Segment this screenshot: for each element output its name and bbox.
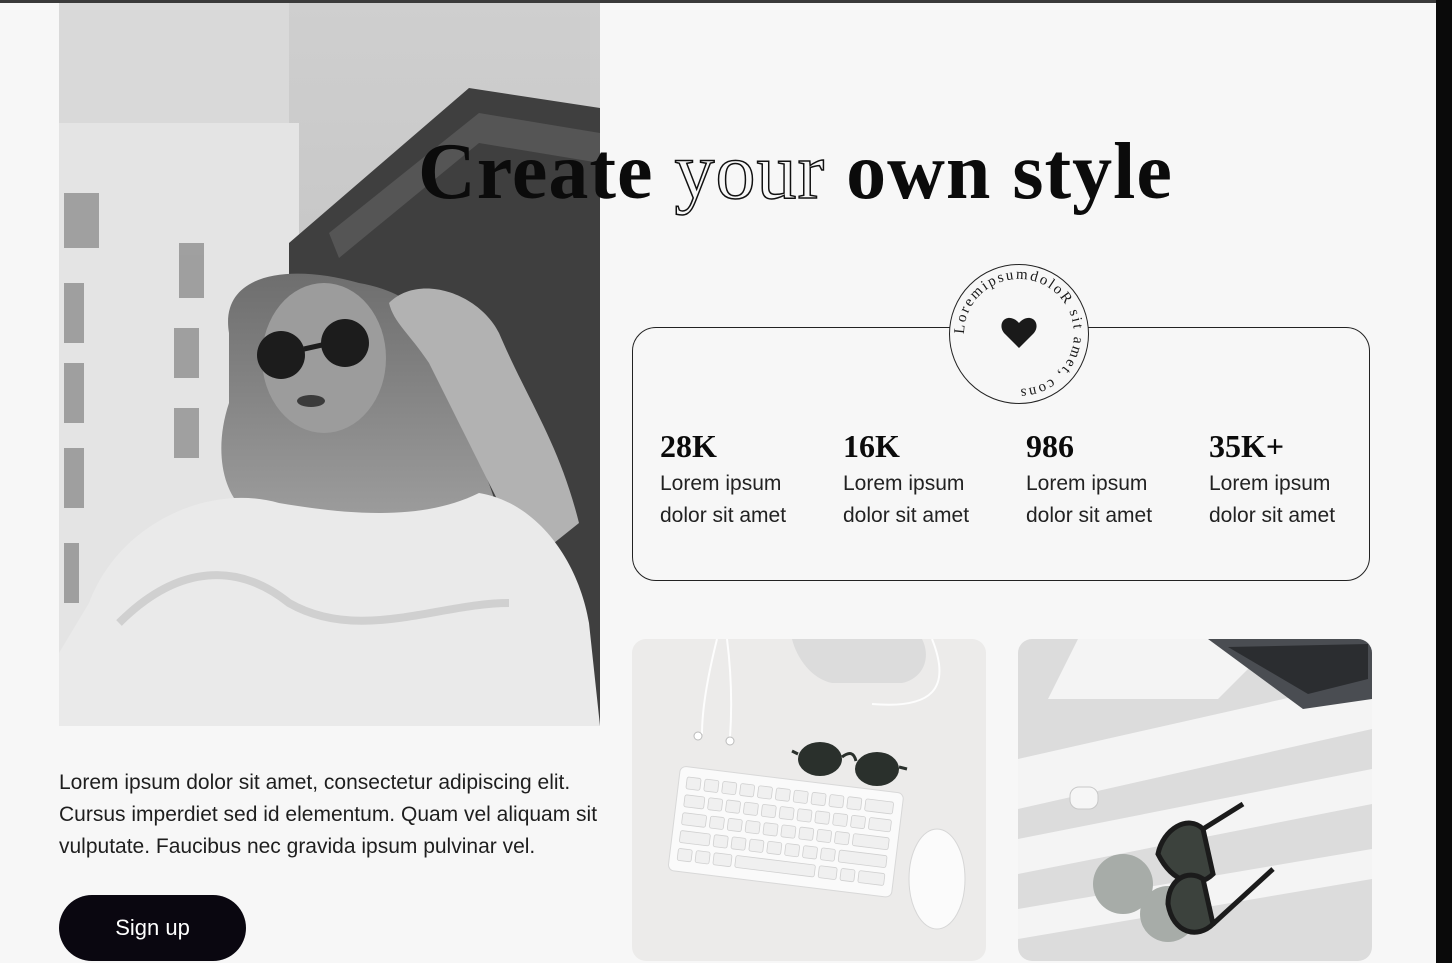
- stat-value: 35K+: [1209, 428, 1285, 464]
- stat-item: 28K Lorem ipsum dolor sit amet: [660, 425, 830, 532]
- heart-icon: [1001, 317, 1037, 348]
- stat-label: Lorem ipsum dolor sit amet: [1026, 472, 1153, 527]
- window-edge: [1436, 0, 1452, 963]
- sign-up-button[interactable]: Sign up: [59, 895, 246, 961]
- stat-item: 16K Lorem ipsum dolor sit amet: [843, 425, 1013, 532]
- intro-description: Lorem ipsum dolor sit amet, consectetur …: [59, 771, 598, 858]
- stat-item: 35K+ Lorem ipsum dolor sit amet: [1209, 425, 1379, 532]
- title-word-your: your: [674, 127, 826, 217]
- stat-value: 16K: [843, 428, 900, 464]
- title-word-own-style: own style: [846, 128, 1173, 216]
- circular-badge: LoremipsumdoloR sit amet, cons: [949, 264, 1089, 404]
- stat-label: Lorem ipsum dolor sit amet: [660, 472, 787, 527]
- stat-value: 28K: [660, 428, 717, 464]
- stat-label: Lorem ipsum dolor sit amet: [1209, 472, 1336, 527]
- hero-photo-woman: [59, 3, 600, 726]
- title-word-create: Create: [418, 128, 654, 216]
- page-title: Create your own style: [418, 122, 1218, 222]
- photo-desk-keyboard: [632, 639, 986, 961]
- stat-value: 986: [1026, 428, 1074, 464]
- photo-sunglasses-shadows: [1018, 639, 1372, 961]
- stat-item: 986 Lorem ipsum dolor sit amet: [1026, 425, 1196, 532]
- stat-label: Lorem ipsum dolor sit amet: [843, 472, 970, 527]
